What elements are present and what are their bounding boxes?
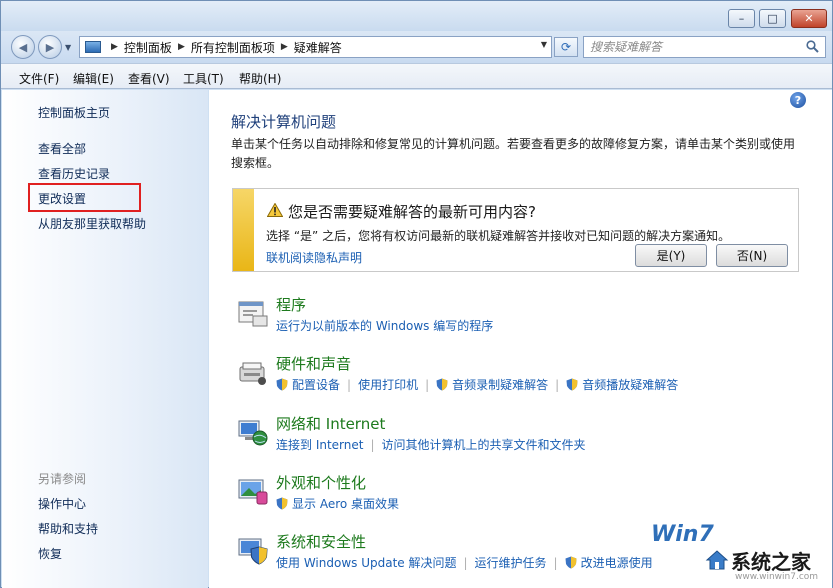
uac-shield-icon	[436, 378, 448, 391]
breadcrumb-separator-icon[interactable]: ▶	[111, 42, 118, 52]
view-history-link[interactable]: 查看历史记录	[38, 165, 110, 182]
category-links: 配置设备 | 使用打印机 | 音频录制疑难解答 | 音频播放疑难解答	[276, 376, 678, 393]
help-and-support-link[interactable]: 帮助和支持	[38, 520, 98, 537]
action-center-link[interactable]: 操作中心	[38, 495, 86, 512]
page-title: 解决计算机问题	[231, 113, 337, 131]
control-panel-window: – □ ✕ ◀ ▶ ▼ ▶ 控制面板 ▶ 所有控制面板项 ▶ 疑难解答 ▼ ⟳ …	[0, 0, 833, 588]
page-description: 单击某个任务以自动排除和修复常见的计算机问题。若要查看更多的故障修复方案，请单击…	[231, 137, 796, 170]
back-arrow-icon: ◀	[18, 40, 28, 54]
forward-arrow-icon: ▶	[45, 40, 55, 54]
highlight-box	[28, 183, 141, 212]
link-separator: |	[347, 378, 352, 392]
menu-tools[interactable]: 工具(T)	[183, 70, 224, 87]
notice-text: 选择 “是” 之后，您将有权访问最新的联机疑难解答并接收对已知问题的解决方案通知…	[266, 229, 731, 243]
house-logo-icon	[705, 550, 729, 570]
hardware-sound-icon	[239, 362, 266, 385]
run-old-programs-link[interactable]: 运行为以前版本的 Windows 编写的程序	[276, 319, 493, 333]
category-links: 运行为以前版本的 Windows 编写的程序	[276, 317, 493, 334]
no-button[interactable]: 否(N)	[716, 244, 788, 267]
search-box[interactable]	[583, 36, 826, 58]
menu-view[interactable]: 查看(V)	[128, 70, 170, 87]
system-security-icon	[238, 538, 268, 565]
minimize-button[interactable]: –	[728, 9, 755, 28]
breadcrumb-separator-icon[interactable]: ▶	[178, 42, 185, 52]
link-separator: |	[370, 438, 375, 452]
left-nav-pane: 控制面板主页 查看全部 查看历史记录 更改设置 从朋友那里获取帮助 另请参阅 操…	[2, 90, 208, 588]
breadcrumb-troubleshooting[interactable]: 疑难解答	[294, 39, 342, 56]
link-separator: |	[555, 378, 560, 392]
improve-power-usage-link[interactable]: 改进电源使用	[581, 556, 653, 570]
category-title[interactable]: 硬件和声音	[276, 353, 351, 374]
back-button[interactable]: ◀	[11, 35, 35, 59]
recent-pages-dropdown[interactable]: ▼	[65, 43, 71, 52]
category-links: 显示 Aero 桌面效果	[276, 495, 399, 512]
notice-title: 您是否需要疑难解答的最新可用内容?	[288, 203, 536, 221]
category-title[interactable]: 系统和安全性	[276, 531, 366, 552]
uac-shield-icon	[566, 378, 578, 391]
search-icon[interactable]	[806, 40, 819, 53]
refresh-icon: ⟳	[560, 40, 572, 54]
see-also-heading: 另请参阅	[38, 472, 87, 486]
menu-help[interactable]: 帮助(H)	[239, 70, 281, 87]
appearance-icon	[238, 479, 268, 505]
connect-to-internet-link[interactable]: 连接到 Internet	[276, 438, 363, 452]
category-links: 连接到 Internet | 访问其他计算机上的共享文件和文件夹	[276, 436, 586, 453]
close-button[interactable]: ✕	[791, 9, 827, 28]
category-appearance: 外观和个性化 显示 Aero 桌面效果	[233, 472, 803, 524]
category-links: 使用 Windows Update 解决问题 | 运行维护任务 | 改进电源使用	[276, 554, 653, 571]
audio-playback-troubleshoot-link[interactable]: 音频播放疑难解答	[582, 378, 678, 392]
address-bar[interactable]: ▶ 控制面板 ▶ 所有控制面板项 ▶ 疑难解答 ▼	[79, 36, 552, 58]
programs-icon	[238, 301, 268, 327]
category-title[interactable]: 网络和 Internet	[276, 413, 385, 434]
uac-shield-icon	[276, 497, 288, 510]
windows-update-fix-link[interactable]: 使用 Windows Update 解决问题	[276, 556, 456, 570]
update-notice-panel: 您是否需要疑难解答的最新可用内容? 选择 “是” 之后，您将有权访问最新的联机疑…	[232, 188, 799, 272]
address-row: ◀ ▶ ▼ ▶ 控制面板 ▶ 所有控制面板项 ▶ 疑难解答 ▼ ⟳	[1, 31, 832, 63]
breadcrumb-all-items[interactable]: 所有控制面板项	[191, 39, 275, 56]
category-hardware-sound: 硬件和声音 配置设备 | 使用打印机 | 音频录制疑难解答 | 音频播放疑难解答	[233, 353, 803, 405]
privacy-statement-link[interactable]: 联机阅读隐私声明	[266, 249, 362, 266]
control-panel-icon	[85, 41, 101, 53]
category-title[interactable]: 程序	[276, 294, 306, 315]
refresh-button[interactable]: ⟳	[554, 37, 578, 57]
audio-recording-troubleshoot-link[interactable]: 音频录制疑难解答	[452, 378, 548, 392]
watermark-logo: Win7	[651, 522, 714, 547]
get-help-from-friend-link[interactable]: 从朋友那里获取帮助	[38, 215, 146, 232]
configure-device-link[interactable]: 配置设备	[292, 378, 340, 392]
category-network-internet: 网络和 Internet 连接到 Internet | 访问其他计算机上的共享文件和…	[233, 413, 803, 465]
help-icon[interactable]: ?	[790, 92, 806, 108]
title-bar: – □ ✕	[1, 1, 832, 31]
link-separator: |	[553, 556, 558, 570]
uac-shield-icon	[276, 378, 288, 391]
show-aero-effects-link[interactable]: 显示 Aero 桌面效果	[292, 497, 399, 511]
category-title[interactable]: 外观和个性化	[276, 472, 366, 493]
search-input[interactable]	[584, 37, 799, 57]
breadcrumb-separator-icon[interactable]: ▶	[281, 42, 288, 52]
maximize-button[interactable]: □	[759, 9, 786, 28]
yes-button[interactable]: 是(Y)	[635, 244, 707, 267]
category-programs: 程序 运行为以前版本的 Windows 编写的程序	[233, 294, 803, 346]
run-maintenance-link[interactable]: 运行维护任务	[475, 556, 547, 570]
recovery-link[interactable]: 恢复	[38, 545, 62, 562]
access-shared-files-link[interactable]: 访问其他计算机上的共享文件和文件夹	[382, 438, 586, 452]
view-all-link[interactable]: 查看全部	[38, 140, 86, 157]
menu-file[interactable]: 文件(F)	[19, 70, 59, 87]
menu-edit[interactable]: 编辑(E)	[73, 70, 114, 87]
link-separator: |	[463, 556, 468, 570]
site-watermark: Win7 系统之家 www.winwin7.com	[649, 520, 831, 586]
link-separator: |	[425, 378, 430, 392]
scrollbar[interactable]	[808, 90, 832, 588]
warning-icon	[267, 203, 283, 217]
use-printer-link[interactable]: 使用打印机	[358, 378, 418, 392]
menu-bar: 文件(F) 编辑(E) 查看(V) 工具(T) 帮助(H)	[1, 63, 832, 89]
forward-button[interactable]: ▶	[38, 35, 62, 59]
uac-shield-icon	[565, 556, 577, 569]
control-panel-home-link[interactable]: 控制面板主页	[38, 104, 110, 121]
watermark-site-name: 系统之家	[731, 550, 811, 574]
notice-accent-bar	[233, 189, 254, 271]
network-internet-icon	[238, 420, 268, 446]
breadcrumb-control-panel[interactable]: 控制面板	[124, 39, 172, 56]
address-dropdown-icon[interactable]: ▼	[541, 40, 547, 49]
watermark-url: www.winwin7.com	[735, 572, 819, 582]
